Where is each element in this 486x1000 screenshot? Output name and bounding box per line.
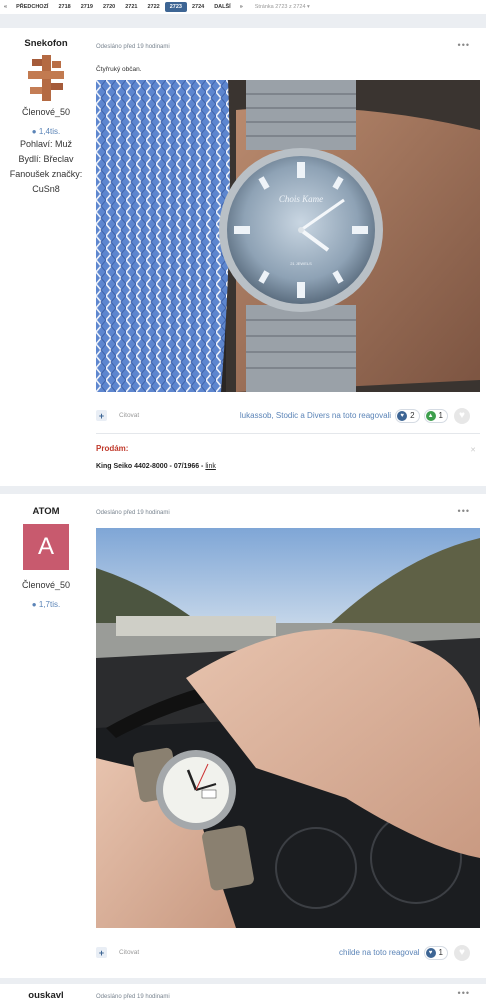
reacted-by-text[interactable]: lukassob, Stodic a Divers na toto reagov… [240, 411, 391, 420]
close-signature-icon[interactable]: ✕ [470, 446, 476, 454]
like-reaction-icon: ♥ [397, 410, 408, 421]
post-timestamp[interactable]: Odesláno před 19 hodinami [96, 44, 170, 50]
signature-heading: Prodám: [96, 444, 129, 453]
post-actions: + Citovat lukassob, Stodic a Divers na t… [96, 407, 480, 424]
divider [96, 433, 480, 434]
page-link-2718[interactable]: 2718 [53, 4, 75, 10]
signature-text: King Seiko 4402-8000 - 07/1966 - link [96, 463, 216, 470]
page-link-2723-active[interactable]: 2723 [164, 2, 187, 12]
reacted-by-text[interactable]: childe na toto reagoval [339, 948, 420, 957]
quote-button[interactable]: Citovat [119, 949, 139, 956]
post-image-watch-sleeve[interactable]: Chois Kame 21 JEWELS [96, 80, 480, 392]
author-gender: Pohlaví: Muž [19, 139, 73, 149]
reputation-count: 1,4tis. [38, 127, 61, 136]
more-options-icon[interactable]: ••• [458, 40, 470, 50]
post-text: Čtyřruký občan. [96, 66, 142, 73]
avatar[interactable]: A [23, 524, 69, 570]
watch-photo: Chois Kame 21 JEWELS [96, 80, 480, 392]
pagination-bar: « PŘEDCHOZÍ 2718 2719 2720 2721 2722 272… [0, 0, 486, 14]
reactions-area: lukassob, Stodic a Divers na toto reagov… [240, 407, 470, 424]
page-link-2722[interactable]: 2722 [142, 4, 164, 10]
reaction-up-badge[interactable]: ▲ 1 [423, 408, 448, 423]
author-panel: ATOM A Členové_50 ● 1,7tis. [0, 494, 92, 611]
upvote-reaction-icon: ▲ [425, 410, 436, 421]
last-page-icon[interactable]: » [236, 4, 247, 10]
comment-icon: ● [31, 127, 37, 136]
reaction-like-count: 1 [438, 948, 443, 957]
author-group: Členové_50 [21, 580, 71, 590]
author-fan-value: CuSn8 [32, 184, 60, 194]
avatar[interactable] [28, 55, 64, 101]
author-panel: Snekofon Členové_50 ● 1,4tis. Pohlaví: M… [0, 28, 92, 196]
author-panel: ouskavl [0, 984, 92, 1000]
bricks-avatar-image [28, 55, 64, 101]
author-name[interactable]: Snekofon [0, 38, 92, 49]
post: Snekofon Členové_50 ● 1,4tis. Pohlaví: M… [0, 28, 486, 486]
react-heart-icon[interactable]: ♥ [454, 407, 470, 424]
reputation-count: 1,7tis. [38, 600, 61, 609]
reputation-badge: ● 1,7tis. [0, 600, 92, 609]
post-image-watch-car[interactable] [96, 528, 480, 928]
watch-car-photo [96, 528, 480, 928]
signature-link[interactable]: link [205, 463, 216, 470]
reactions-area: childe na toto reagoval ♥ 1 ♥ [339, 944, 470, 961]
post-timestamp[interactable]: Odesláno před 19 hodinami [96, 994, 170, 1000]
quote-button[interactable]: Citovat [119, 412, 139, 419]
react-heart-icon[interactable]: ♥ [454, 944, 470, 961]
reaction-like-count: 2 [410, 411, 415, 420]
author-fan-label: Fanoušek značky: [9, 169, 83, 179]
author-location: Bydlí: Břeclav [18, 154, 74, 164]
post-timestamp[interactable]: Odesláno před 19 hodinami [96, 510, 170, 516]
author-group: Členové_50 [21, 107, 71, 117]
post: ouskavl Odesláno před 19 hodinami ••• [0, 984, 486, 1000]
more-options-icon[interactable]: ••• [458, 988, 470, 998]
page-jump-dropdown[interactable]: Stránka 2723 z 2724 ▾ [255, 4, 310, 10]
multiquote-button[interactable]: + [96, 410, 107, 421]
signature: Prodám: King Seiko 4402-8000 - 07/1966 -… [96, 444, 216, 470]
page-link-2724[interactable]: 2724 [187, 4, 209, 10]
reaction-up-count: 1 [438, 411, 443, 420]
page-link-2720[interactable]: 2720 [98, 4, 120, 10]
like-reaction-icon: ♥ [425, 947, 436, 958]
avatar-letter: A [37, 533, 54, 560]
comment-icon: ● [31, 600, 37, 609]
previous-page-link[interactable]: PŘEDCHOZÍ [11, 4, 53, 10]
page-link-2719[interactable]: 2719 [76, 4, 98, 10]
author-name[interactable]: ouskavl [0, 990, 92, 1000]
reputation-badge: ● 1,4tis. [0, 127, 92, 136]
reaction-like-badge[interactable]: ♥ 2 [395, 408, 420, 423]
page-link-2721[interactable]: 2721 [120, 4, 142, 10]
watch-brand-text: Chois Kame [279, 194, 323, 204]
author-name[interactable]: ATOM [0, 506, 92, 517]
post-actions: + Citovat childe na toto reagoval ♥ 1 ♥ [96, 944, 480, 961]
more-options-icon[interactable]: ••• [458, 506, 470, 516]
multiquote-button[interactable]: + [96, 947, 107, 958]
post: ATOM A Členové_50 ● 1,7tis. Odesláno pře… [0, 494, 486, 978]
next-page-link[interactable]: DALŠÍ [209, 4, 236, 10]
first-page-icon[interactable]: « [0, 4, 11, 10]
watch-sub-text: 21 JEWELS [290, 261, 312, 266]
reaction-like-badge[interactable]: ♥ 1 [423, 945, 448, 960]
